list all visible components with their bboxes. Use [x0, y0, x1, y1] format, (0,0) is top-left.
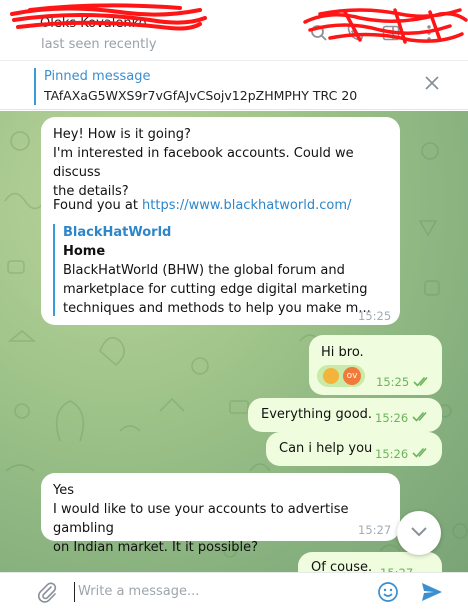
chat-area[interactable]: Hey! How is it going? I'm interested in … — [0, 111, 468, 572]
message-link[interactable]: https://www.blackhatworld.com/ — [142, 198, 351, 213]
message-time: 15:27 — [358, 523, 392, 537]
paperclip-icon[interactable] — [36, 581, 58, 603]
chat-header: Oleks Kovalenko last seen recently — [0, 0, 468, 60]
reaction-badge[interactable]: ov — [317, 365, 365, 387]
message-text-line: Yes — [53, 483, 74, 498]
outgoing-message-bubble[interactable]: Everything good. 15:26 — [248, 398, 442, 432]
read-check-icon — [413, 376, 428, 387]
outgoing-message-bubble[interactable]: Can i help you 15:26 — [266, 432, 442, 466]
message-text: Found you at — [53, 198, 143, 213]
link-preview-description: BlackHatWorld (BHW) the global forum and — [63, 263, 345, 278]
message-text-line: I'm interested in facebook accounts. Cou… — [53, 146, 354, 180]
message-time: 15:27 — [380, 564, 413, 572]
outgoing-message-bubble[interactable]: Hi bro. ov 15:25 — [309, 335, 442, 395]
link-preview-title: Home — [63, 244, 106, 259]
message-text: Of couse. — [311, 560, 373, 572]
send-icon[interactable] — [420, 581, 444, 603]
reactor-avatar: ov — [343, 367, 361, 385]
link-preview[interactable]: BlackHatWorld Home BlackHatWorld (BHW) t… — [63, 223, 393, 318]
message-text-line: Hey! How is it going? — [53, 127, 191, 142]
message-text: Everything good. — [261, 407, 373, 422]
pinned-accent-bar — [34, 68, 36, 105]
message-input[interactable]: Write a message... — [78, 584, 199, 599]
pinned-title: Pinned message — [44, 69, 151, 84]
message-time: 15:26 — [375, 411, 409, 425]
message-time: 15:25 — [358, 309, 392, 323]
outgoing-message-bubble[interactable]: Of couse. 15:27 — [298, 552, 442, 572]
handshake-reaction-icon — [323, 368, 339, 384]
incoming-message-bubble[interactable]: Yes I would like to use your accounts to… — [41, 473, 400, 555]
chevron-down-icon — [411, 527, 427, 537]
message-time: 15:26 — [375, 447, 409, 461]
link-preview-description: techniques and methods to help you make … — [63, 301, 371, 316]
link-preview-site: BlackHatWorld — [63, 225, 172, 240]
pinned-message[interactable]: Pinned message TAfAXaG5WXS9r7vGfAJvCSojv… — [0, 60, 468, 110]
text-caret — [74, 582, 75, 602]
incoming-message-bubble[interactable]: Hey! How is it going? I'm interested in … — [41, 117, 400, 325]
message-time: 15:25 — [376, 375, 410, 389]
close-icon[interactable] — [423, 74, 441, 92]
message-text: Can i help you — [279, 441, 373, 456]
message-composer: Write a message... — [0, 572, 468, 611]
message-text: Hi bro. — [321, 345, 364, 360]
redaction-scribble — [10, 3, 468, 44]
read-check-icon — [412, 411, 427, 422]
message-text-line: I would like to use your accounts to adv… — [53, 502, 349, 536]
link-preview-description: marketplace for cutting edge digital mar… — [63, 282, 368, 297]
scroll-down-button[interactable] — [397, 511, 441, 555]
pinned-text: TAfAXaG5WXS9r7vGfAJvCSojv12pZHMPHY TRC 2… — [44, 88, 358, 103]
read-check-icon — [412, 447, 427, 458]
link-preview-bar — [53, 224, 55, 316]
emoji-icon[interactable] — [377, 581, 399, 603]
